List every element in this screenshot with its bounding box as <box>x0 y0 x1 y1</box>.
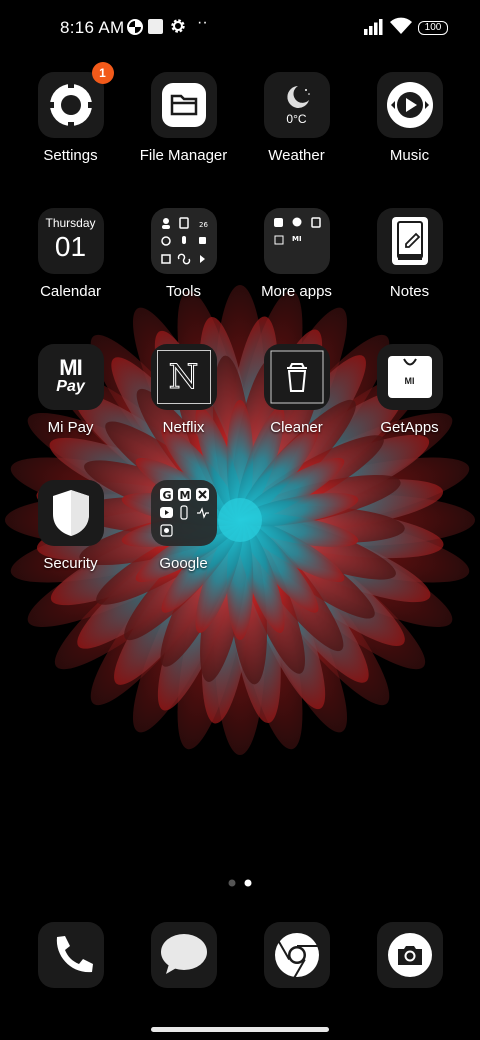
moon-icon <box>286 86 310 108</box>
battery-icon: 100 <box>418 21 448 35</box>
status-bar: 8:16 AM ·· 100 <box>0 0 480 56</box>
netflix-icon: N <box>156 350 211 404</box>
mi-pay-logo-pay: Pay <box>56 378 85 395</box>
app-label: Mi Pay <box>47 419 94 436</box>
shield-icon <box>52 490 89 536</box>
app-music[interactable]: Music <box>353 72 466 164</box>
tools-folder-tile: 26 <box>150 208 217 274</box>
battery-level: 100 <box>424 22 442 33</box>
app-calendar[interactable]: Thursday 01 Calendar <box>14 208 127 300</box>
app-netflix[interactable]: N Netflix <box>127 344 240 436</box>
folder-tools[interactable]: 26 Tools <box>127 208 240 300</box>
folder-more-apps[interactable]: MI More apps <box>240 208 353 300</box>
calendar-day-number: 01 <box>54 231 87 262</box>
app-settings[interactable]: 1 Settings <box>14 62 127 164</box>
music-icon <box>386 82 433 128</box>
data-saver-icon <box>127 19 143 35</box>
signal-icon <box>364 19 383 35</box>
app-label: Tools <box>165 283 202 300</box>
app-label: Settings <box>43 147 98 164</box>
mini-mi-label: MI <box>292 235 302 243</box>
mini-google-letter: G <box>162 489 171 502</box>
app-label: Cleaner <box>270 419 323 436</box>
page-indicator <box>228 879 252 887</box>
getapps-tile: MI <box>376 344 443 410</box>
mi-pay-logo-mi: MI <box>59 355 82 380</box>
settings-icon <box>47 82 94 128</box>
file-manager-tile <box>150 72 217 138</box>
app-label: GetApps <box>380 419 439 436</box>
phone-icon <box>56 936 93 973</box>
chrome-tile <box>264 922 330 988</box>
phone-tile <box>38 922 104 988</box>
app-file-manager[interactable]: File Manager <box>127 72 240 164</box>
cleaner-tile <box>263 344 330 410</box>
bag-handle-icon <box>402 358 417 366</box>
messages-icon <box>161 934 207 974</box>
mi-pay-icon: MI Pay <box>37 344 104 410</box>
folder-icon <box>161 83 206 127</box>
settings-tile: 1 <box>37 62 114 138</box>
mini-gmail-letter: M <box>179 489 190 502</box>
home-gesture-bar[interactable] <box>151 1027 329 1032</box>
more-apps-folder-tile: MI <box>263 208 330 274</box>
dock-messages[interactable] <box>151 922 217 988</box>
wifi-icon <box>390 17 412 34</box>
page-dot-2[interactable] <box>244 879 252 887</box>
netflix-tile: N <box>150 344 217 410</box>
google-folder-tile: G M <box>150 480 217 546</box>
music-tile <box>376 72 443 138</box>
camera-tile <box>377 922 443 988</box>
folder-icon: 26 <box>160 217 208 265</box>
messages-tile <box>151 922 217 988</box>
netflix-logo-letter: N <box>168 357 199 398</box>
app-label: Music <box>389 147 430 164</box>
app-label: Google <box>159 555 208 572</box>
app-label: Calendar <box>40 283 101 300</box>
weather-tile: 0°C <box>263 72 330 138</box>
weather-temperature: 0°C <box>286 112 307 126</box>
app-mi-pay[interactable]: MI Pay Mi Pay <box>14 344 127 436</box>
folder-icon: G M <box>159 488 209 537</box>
clock: 8:16 AM <box>60 18 125 37</box>
chrome-icon <box>275 933 319 978</box>
folder-google[interactable]: G M Google <box>127 480 240 572</box>
app-label: Security <box>43 555 98 572</box>
camera-icon <box>388 933 432 977</box>
app-label: More apps <box>261 283 332 300</box>
app-notes[interactable]: Notes <box>353 208 466 300</box>
calendar-icon: Thursday 01 <box>37 208 104 274</box>
notes-tile <box>376 208 443 274</box>
svg-text:26: 26 <box>199 221 208 229</box>
dock-chrome[interactable] <box>264 922 330 988</box>
folder-icon: MI <box>273 217 321 245</box>
app-weather[interactable]: 0°C Weather <box>240 72 353 164</box>
getapps-mi-label: MI <box>404 376 415 386</box>
app-label: Weather <box>268 147 325 164</box>
gear-icon <box>171 19 185 33</box>
notification-badge: 1 <box>91 62 114 84</box>
notification-square-icon <box>148 19 163 34</box>
getapps-icon: MI <box>387 356 432 398</box>
app-getapps[interactable]: MI GetApps <box>353 344 466 436</box>
app-cleaner[interactable]: Cleaner <box>240 344 353 436</box>
notes-icon <box>391 217 428 265</box>
page-dot-1[interactable] <box>228 879 236 887</box>
security-tile <box>37 480 104 546</box>
dock-phone[interactable] <box>38 922 104 988</box>
more-dots-icon: ·· <box>197 14 208 31</box>
app-label: Notes <box>389 283 430 300</box>
app-label: Netflix <box>162 419 205 436</box>
calendar-day-name: Thursday <box>45 216 96 230</box>
app-label: File Manager <box>139 147 228 164</box>
app-security[interactable]: Security <box>14 480 127 572</box>
dock-camera[interactable] <box>377 922 443 988</box>
trash-icon <box>270 350 323 404</box>
